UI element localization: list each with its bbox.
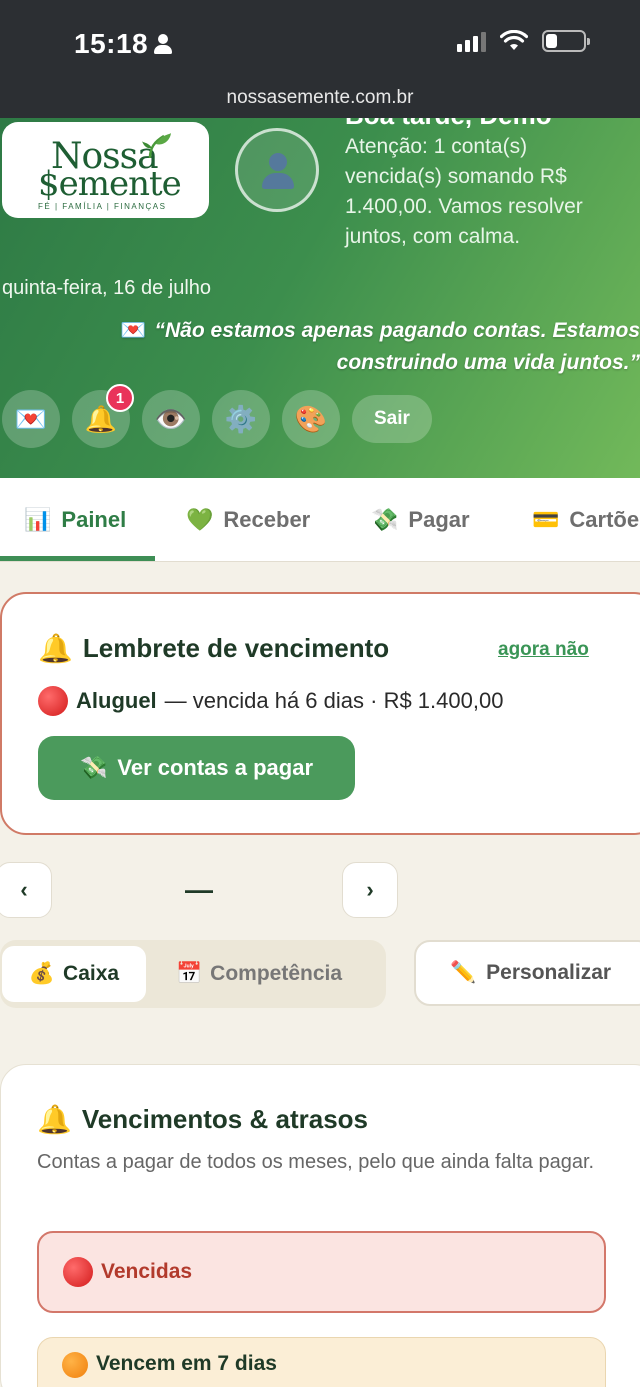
palette-icon: 🎨 (294, 403, 328, 434)
overdue-group[interactable]: Vencidas (37, 1231, 606, 1313)
next-month-button[interactable]: › (342, 862, 398, 918)
battery-icon (542, 30, 590, 52)
hero-banner: Nossa $emente FÉ | FAMÍLIA | FINANÇAS Bo… (0, 118, 640, 478)
notifications-button[interactable]: 🔔 1 (72, 384, 134, 448)
sprout-icon (142, 133, 171, 158)
tab-pagar[interactable]: 💸 Pagar (371, 478, 470, 562)
status-bar: 15:18 (0, 0, 640, 84)
bell-icon: 🔔 (37, 1104, 72, 1135)
pencil-icon: ✏️ (450, 961, 477, 984)
cash-view-option[interactable]: 💰 Caixa (2, 946, 146, 1002)
tab-receber[interactable]: 💚 Receber (186, 478, 310, 562)
love-letter-icon: 💌 (120, 319, 147, 342)
signal-icon (457, 30, 486, 52)
orange-circle-icon (62, 1352, 88, 1378)
reminder-item-detail: — vencida há 6 dias · R$ 1.400,00 (164, 688, 504, 713)
avatar-body (262, 173, 294, 189)
battery-level (546, 34, 557, 48)
current-date: quinta-feira, 16 de julho (2, 277, 212, 299)
chart-icon: 📊 (24, 507, 52, 532)
main-tabs: 📊 Painel 💚 Receber 💸 Pagar 💳 Cartões (0, 478, 640, 562)
due-reminder-card: 🔔 Lembrete de vencimento agora não Alugu… (0, 592, 640, 835)
money-wings-icon: 💸 (371, 507, 399, 532)
tab-label: Pagar (408, 507, 470, 532)
cash-label: Caixa (63, 962, 120, 985)
overdue-alert: Atenção: 1 conta(s) vencida(s) somando R… (345, 135, 583, 248)
theme-button[interactable]: 🎨 (282, 390, 340, 448)
month-label: — (185, 874, 213, 905)
due-section-title: 🔔 Vencimentos & atrasos (37, 1103, 368, 1136)
person-icon (154, 34, 173, 54)
due-bills-card: 🔔 Vencimentos & atrasos Contas a pagar d… (0, 1064, 640, 1387)
settings-button[interactable]: ⚙️ (212, 390, 270, 448)
money-bag-icon: 💰 (28, 962, 56, 985)
due-soon-label: Vencem em 7 dias (96, 1352, 277, 1375)
hero-action-buttons: 💌 🔔 1 👁️ ⚙️ 🎨 Sair (2, 384, 432, 448)
tab-cartoes[interactable]: 💳 Cartões (532, 478, 640, 562)
overdue-label: Vencidas (101, 1260, 193, 1283)
money-wings-icon: 💸 (79, 755, 108, 780)
notification-badge: 1 (106, 384, 134, 412)
time-text: 15:18 (74, 28, 149, 59)
status-time: 15:18 (74, 28, 173, 60)
wifi-icon (500, 30, 528, 50)
credit-card-icon: 💳 (532, 507, 560, 532)
calendar-icon: 📅 (176, 962, 203, 985)
reminder-title: 🔔 Lembrete de vencimento (38, 632, 389, 665)
eye-icon: 👁️ (154, 403, 188, 434)
due-section-description: Contas a pagar de todos os meses, pelo q… (37, 1151, 595, 1173)
app-logo[interactable]: Nossa $emente FÉ | FAMÍLIA | FINANÇAS (2, 122, 209, 218)
accrual-view-option[interactable]: 📅 Competência (176, 946, 342, 1002)
green-heart-icon: 💚 (186, 507, 214, 532)
red-circle-icon (38, 686, 68, 716)
tab-label: Painel (61, 507, 127, 532)
logo-line2: $emente (38, 164, 182, 204)
tab-painel[interactable]: 📊 Painel (24, 478, 126, 562)
logo-tagline: FÉ | FAMÍLIA | FINANÇAS (38, 202, 167, 211)
greeting: Boa tarde, Demo (345, 118, 552, 131)
messages-button[interactable]: 💌 (2, 390, 60, 448)
red-circle-icon (63, 1257, 93, 1287)
prev-month-button[interactable]: ‹ (0, 862, 52, 918)
gear-icon: ⚙️ (224, 403, 258, 434)
active-tab-indicator (0, 556, 155, 561)
tab-label: Receber (223, 507, 311, 532)
avatar[interactable] (235, 128, 319, 212)
bell-icon: 🔔 (38, 633, 73, 664)
love-letter-icon: 💌 (14, 403, 48, 434)
motivational-quote: 💌 “Não estamos apenas pagando contas. Est… (80, 315, 640, 379)
reminder-item-name: Aluguel (76, 688, 157, 713)
view-payables-label: Ver contas a pagar (117, 755, 314, 780)
accrual-label: Competência (210, 962, 343, 985)
reminder-item: Aluguel — vencida há 6 dias · R$ 1.400,0… (38, 686, 503, 716)
logout-button[interactable]: Sair (352, 395, 432, 443)
url-text: nossasemente.com.br (226, 87, 414, 108)
url-bar[interactable]: nossasemente.com.br (0, 84, 640, 120)
quote-text: “Não estamos apenas pagando contas. Esta… (154, 319, 640, 374)
tab-label: Cartões (569, 507, 640, 532)
view-payables-button[interactable]: 💸 Ver contas a pagar (38, 736, 355, 800)
customize-button[interactable]: ✏️ Personalizar (414, 940, 640, 1006)
customize-label: Personalizar (486, 961, 612, 984)
avatar-head (269, 153, 287, 171)
view-mode-toggle: 💰 Caixa 📅 Competência (0, 940, 386, 1008)
privacy-toggle-button[interactable]: 👁️ (142, 390, 200, 448)
reminder-title-text: Lembrete de vencimento (82, 633, 390, 663)
dismiss-reminder-link[interactable]: agora não (498, 639, 589, 661)
due-soon-group[interactable]: Vencem em 7 dias (37, 1337, 606, 1387)
status-indicators (457, 30, 590, 52)
due-title-text: Vencimentos & atrasos (81, 1104, 368, 1134)
